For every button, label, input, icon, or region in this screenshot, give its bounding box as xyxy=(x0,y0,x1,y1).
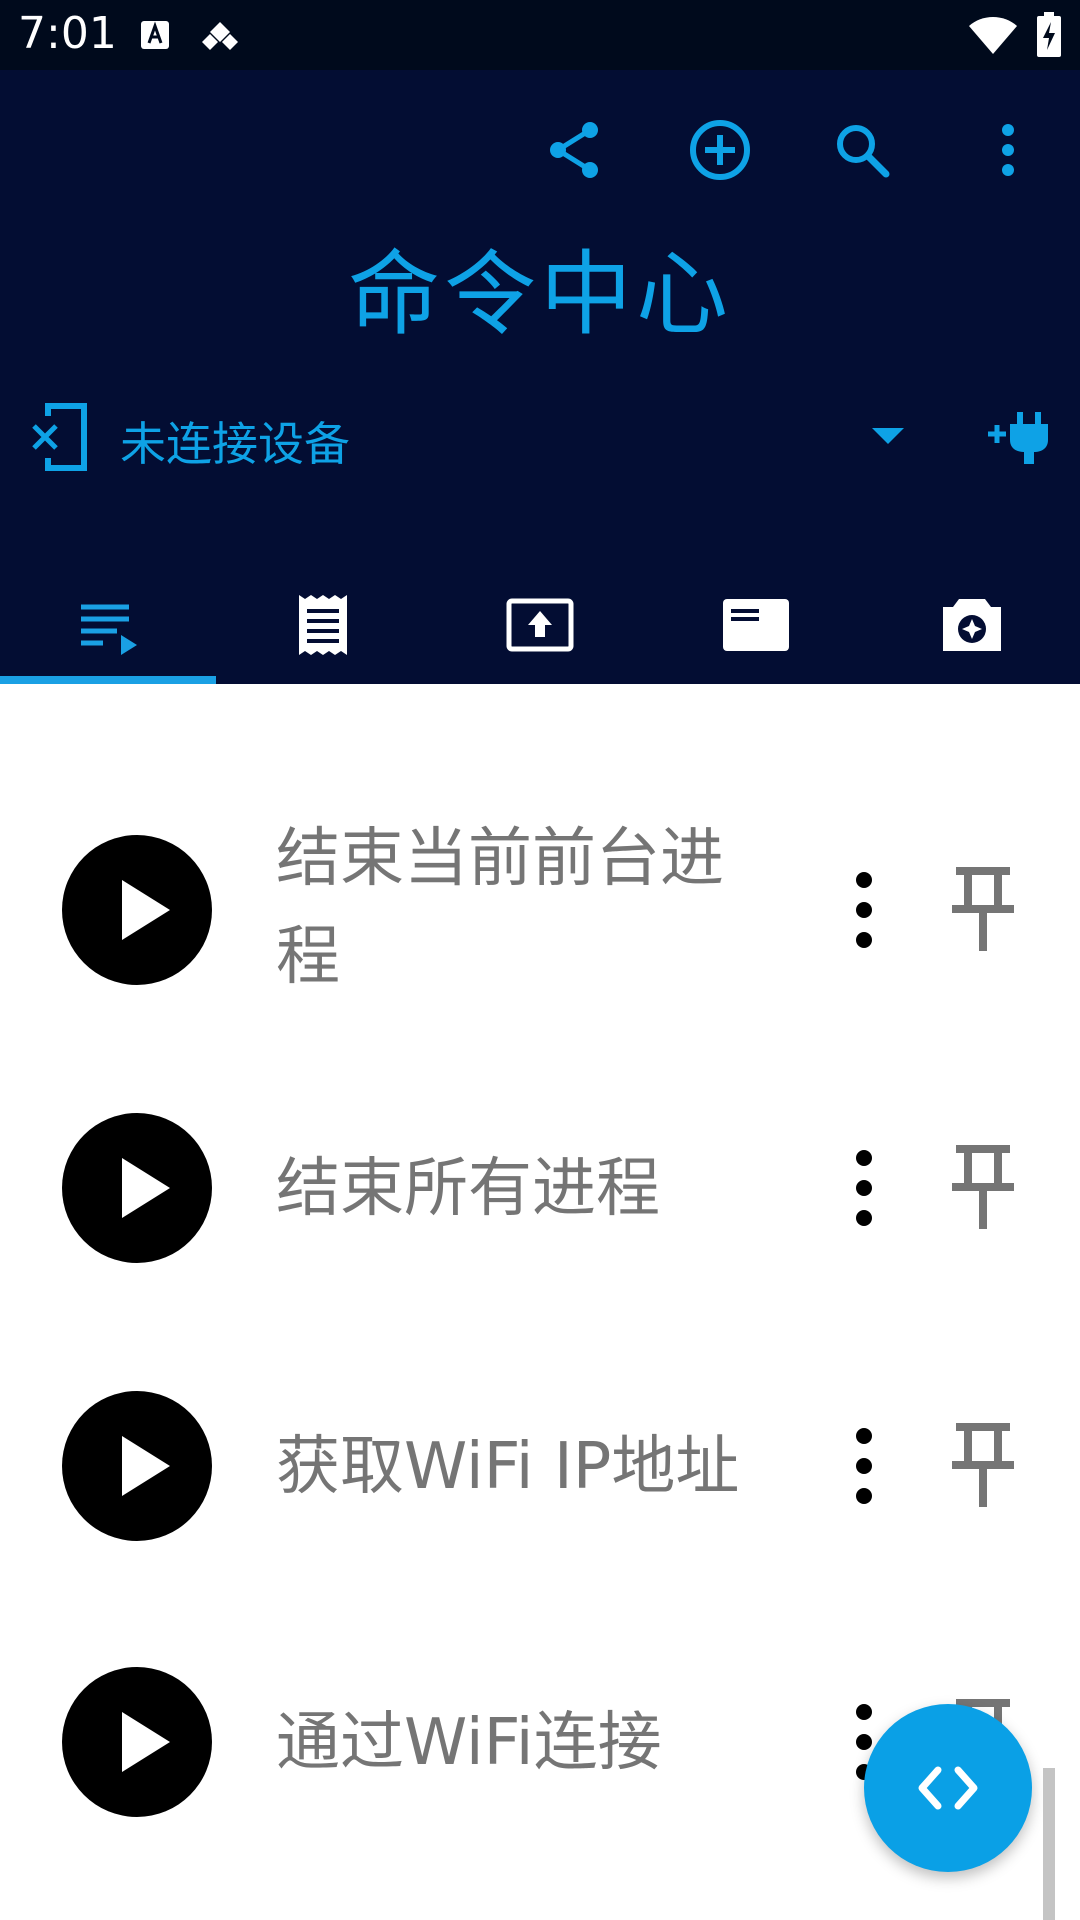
code-fab-button[interactable] xyxy=(864,1704,1032,1872)
more-vert-icon[interactable] xyxy=(844,1148,884,1228)
command-label: 结束所有进程 xyxy=(276,1152,660,1226)
tab-bar xyxy=(0,570,1080,684)
more-vert-icon[interactable] xyxy=(844,870,884,950)
share-icon[interactable] xyxy=(544,118,608,182)
wifi-icon xyxy=(969,17,1017,54)
play-icon xyxy=(122,1436,170,1496)
add-circle-icon[interactable] xyxy=(688,118,752,182)
command-label: 通过WiFi连接 xyxy=(276,1706,662,1780)
battery-charging-icon xyxy=(1037,12,1061,57)
pin-icon[interactable] xyxy=(948,1421,1018,1511)
play-icon xyxy=(122,1712,170,1772)
play-button[interactable] xyxy=(62,1667,212,1817)
play-button[interactable] xyxy=(62,1113,212,1263)
device-label: 未连接设备 xyxy=(120,417,350,471)
status-time: 7:01 xyxy=(18,8,117,59)
play-icon xyxy=(122,1158,170,1218)
status-bar: 7:01 xyxy=(0,0,1080,70)
tab-upload[interactable] xyxy=(432,570,648,680)
chevron-down-icon[interactable] xyxy=(870,426,906,446)
more-vert-icon[interactable] xyxy=(844,1426,884,1506)
play-button[interactable] xyxy=(62,835,212,985)
pin-icon[interactable] xyxy=(948,865,1018,955)
card-icon xyxy=(723,599,789,651)
search-icon[interactable] xyxy=(830,118,894,182)
tab-commands[interactable] xyxy=(0,570,216,680)
scrollbar[interactable] xyxy=(1043,1768,1055,1920)
code-icon xyxy=(918,1766,978,1810)
playlist-icon xyxy=(81,604,137,655)
tab-files[interactable] xyxy=(648,570,864,680)
command-label: 获取WiFi IP地址 xyxy=(276,1430,740,1504)
pin-icon[interactable] xyxy=(948,1143,1018,1233)
tab-logs[interactable] xyxy=(216,570,432,680)
camera-icon xyxy=(943,599,1001,651)
receipt-icon xyxy=(299,595,347,655)
tab-indicator xyxy=(0,676,216,684)
more-vert-icon[interactable] xyxy=(976,118,1040,182)
tab-screenshot[interactable] xyxy=(864,570,1080,680)
device-disconnected-icon xyxy=(32,403,87,471)
notification-a-icon xyxy=(141,21,169,49)
page-title: 命令中心 xyxy=(347,241,732,348)
notification-diamond-icon xyxy=(202,22,238,50)
add-plug-icon[interactable] xyxy=(986,406,1054,466)
device-selector[interactable]: 未连接设备 xyxy=(0,400,1080,480)
play-button[interactable] xyxy=(62,1391,212,1541)
upload-screen-icon xyxy=(506,598,574,652)
command-label: 结束当前前台进程 xyxy=(276,822,724,994)
play-icon xyxy=(122,880,170,940)
